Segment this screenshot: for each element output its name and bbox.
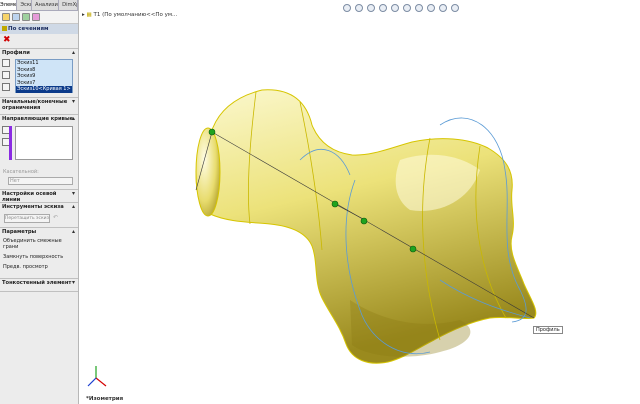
feature-title-label: По сечениям: [8, 26, 49, 32]
thin-feature-header-label: Тонкостенный элемент: [2, 280, 72, 286]
zoom-to-fit-icon[interactable]: [343, 4, 351, 12]
sketch-tools-group: Перетащить эскиз ↶: [0, 211, 78, 227]
merge-tangent-faces-option[interactable]: Объединить смежные грани: [0, 236, 78, 252]
move-up-icon[interactable]: [2, 59, 10, 67]
dimxpert-icon[interactable]: [32, 13, 40, 21]
thin-feature-header[interactable]: Тонкостенный элемент ▾: [0, 279, 78, 291]
manager-icon-row: [0, 11, 78, 24]
options-header-label: Параметры: [2, 229, 37, 235]
view-orientation-icon[interactable]: [391, 4, 399, 12]
graphics-viewport[interactable]: [80, 0, 640, 404]
start-end-constraints-header[interactable]: Начальные/конечные ограничения ▾: [0, 98, 78, 114]
tangency-group: Касательной: Нет: [0, 169, 78, 189]
flyout-feature-tree[interactable]: ▸ ▦ T1 (По умолчанию<<По ум...: [82, 12, 177, 18]
view-orientation-label: *Изометрия: [86, 396, 124, 402]
undo-drag-icon[interactable]: ↶: [53, 214, 58, 221]
guide-curves-list[interactable]: [15, 126, 73, 160]
centerline-header-label: Настройки осевой линии: [2, 191, 57, 203]
guide-curves-header[interactable]: Направляющие кривые ▴: [0, 115, 78, 123]
heads-up-view-toolbar: [343, 4, 459, 12]
options-header[interactable]: Параметры ▴: [0, 228, 78, 236]
guide-accent-bar: [9, 126, 12, 160]
expand-chevron-icon[interactable]: ▾: [72, 190, 75, 197]
profiles-section-header[interactable]: Профили ▴: [0, 49, 78, 57]
profile-selector-icon[interactable]: [2, 83, 10, 91]
centerline-parameters-header[interactable]: Настройки осевой линии ▾: [0, 190, 78, 203]
hide-show-icon[interactable]: [415, 4, 423, 12]
move-down-icon[interactable]: [2, 71, 10, 79]
tree-root-label: T1 (По умолчанию<<По ум...: [93, 12, 178, 18]
collapse-chevron-icon[interactable]: ▴: [72, 203, 75, 210]
feature-tree-icon[interactable]: [2, 13, 10, 21]
guide-curves-group: [0, 123, 78, 169]
appearance-icon[interactable]: [427, 4, 435, 12]
profiles-header-label: Профили: [2, 50, 30, 56]
tab-features[interactable]: Элементы: [0, 0, 18, 10]
collapse-chevron-icon[interactable]: ▴: [72, 228, 75, 235]
property-manager-sidebar: Элементы Эскиз Анализировать DimXpert По…: [0, 0, 79, 404]
profiles-group: Эскиз11 Эскиз8 Эскиз9 Эскиз7 Эскиз10<Кри…: [0, 57, 78, 97]
cancel-icon[interactable]: ✖: [3, 35, 11, 45]
expand-chevron-icon[interactable]: ▾: [72, 98, 75, 105]
sketch-tools-header-label: Инструменты эскиза: [2, 204, 64, 210]
previous-view-icon[interactable]: [367, 4, 375, 12]
collapse-chevron-icon[interactable]: ▴: [72, 115, 75, 122]
tab-evaluate[interactable]: Анализировать: [32, 0, 60, 10]
part-icon: ▦: [86, 12, 92, 18]
configuration-manager-icon[interactable]: [22, 13, 30, 21]
scene-icon[interactable]: [439, 4, 447, 12]
tangency-label: Касательной:: [3, 169, 39, 175]
guide-curves-header-label: Направляющие кривые: [2, 116, 74, 122]
profile-callout[interactable]: Профиль: [533, 326, 563, 334]
expand-chevron-icon[interactable]: ▾: [72, 279, 75, 286]
loft-feature-icon: [2, 26, 7, 31]
sketch-tools-header[interactable]: Инструменты эскиза ▴: [0, 203, 78, 211]
ok-cancel-row: ✖: [0, 34, 78, 48]
property-manager-icon[interactable]: [12, 13, 20, 21]
zoom-area-icon[interactable]: [355, 4, 363, 12]
view-settings-icon[interactable]: [451, 4, 459, 12]
tab-sketch[interactable]: Эскиз: [17, 0, 32, 10]
list-item[interactable]: Эскиз10<Кривая 1>: [16, 86, 72, 93]
collapse-chevron-icon[interactable]: ▴: [72, 49, 75, 56]
tangency-select[interactable]: Нет: [8, 177, 73, 185]
preview-option[interactable]: Предв. просмотр: [0, 262, 78, 272]
profiles-list[interactable]: Эскиз11 Эскиз8 Эскиз9 Эскиз7 Эскиз10<Кри…: [15, 59, 73, 93]
command-tabs: Элементы Эскиз Анализировать DimXpert: [0, 0, 78, 11]
display-style-icon[interactable]: [403, 4, 411, 12]
expand-arrow-icon[interactable]: ▸: [82, 12, 85, 18]
drag-sketch-button[interactable]: Перетащить эскиз: [4, 214, 50, 223]
tab-dimxpert[interactable]: DimXpert: [59, 0, 78, 10]
close-surface-option[interactable]: Замкнуть поверхность: [0, 252, 78, 262]
feature-title: По сечениям: [0, 24, 78, 34]
start-end-header-label: Начальные/конечные ограничения: [2, 99, 68, 111]
section-view-icon[interactable]: [379, 4, 387, 12]
